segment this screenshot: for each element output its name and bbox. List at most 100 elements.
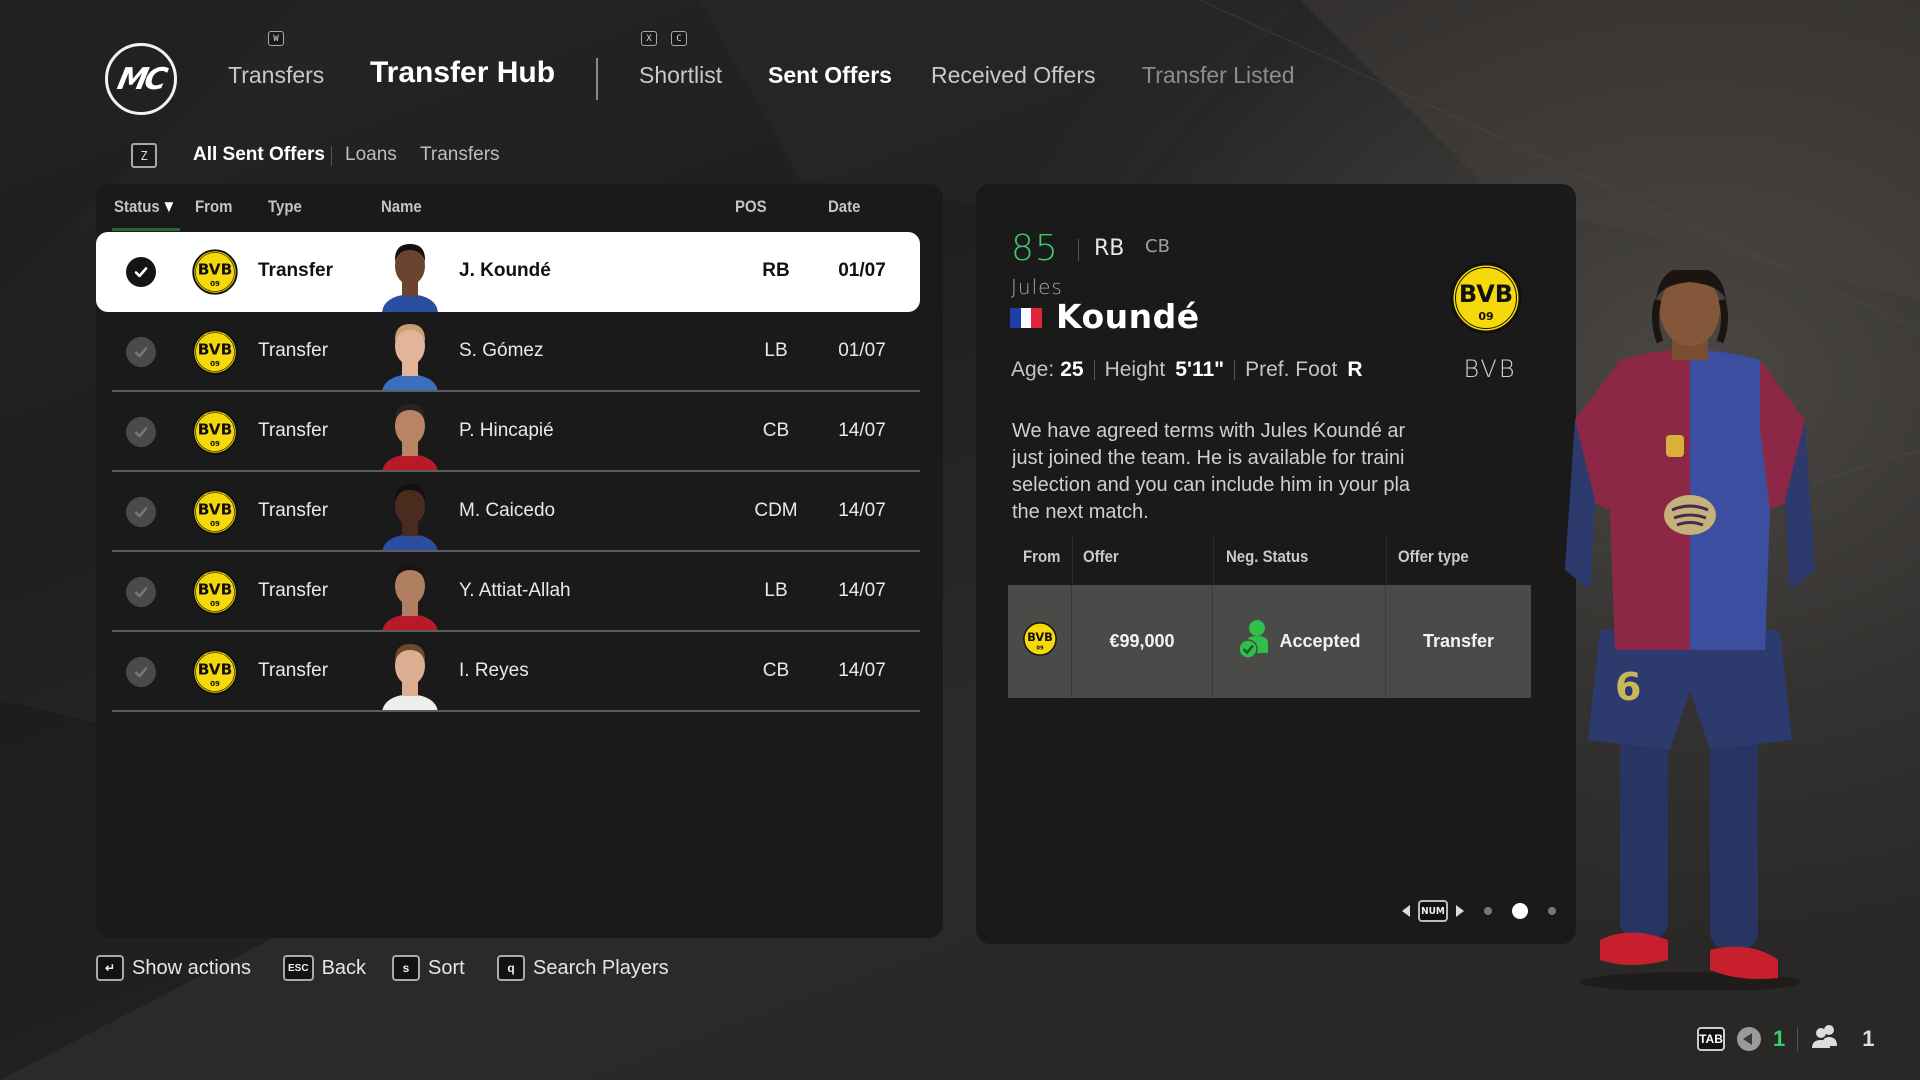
offer-type: Transfer: [258, 660, 329, 681]
pager-dot[interactable]: [1548, 907, 1556, 915]
hint-sort[interactable]: s Sort: [392, 955, 465, 981]
subtab-all-sent-offers[interactable]: All Sent Offers: [193, 144, 325, 166]
page-title-transfer-hub: Transfer Hub: [370, 56, 556, 89]
offer-table-divider: [1213, 536, 1214, 585]
status-check-icon: [126, 257, 156, 287]
player-position: CB: [762, 660, 790, 681]
tab-received-offers[interactable]: Received Offers: [931, 62, 1095, 89]
svg-text:09: 09: [210, 679, 220, 688]
player-rating: 85: [1011, 228, 1059, 269]
svg-text:09: 09: [1036, 645, 1044, 651]
table-row[interactable]: BVB 09 Transfer S. Gómez LB 01/07: [96, 312, 920, 392]
offer-type: Transfer: [258, 340, 329, 361]
offer-type: Transfer: [258, 260, 333, 281]
age-value: 25: [1060, 358, 1084, 381]
svg-text:BVB: BVB: [198, 341, 233, 359]
hint-search-players[interactable]: q Search Players: [497, 955, 669, 981]
offer-date: 14/07: [838, 580, 886, 601]
player-bio-stats: Age: 25 Height 5'11" Pref. Foot R: [1011, 358, 1362, 382]
foot-label: Pref. Foot: [1245, 358, 1338, 381]
offer-date: 14/07: [838, 420, 886, 441]
table-row[interactable]: BVB 09 Transfer J. Koundé RB 01/07: [96, 232, 920, 312]
player-portrait: [378, 636, 442, 712]
bvb-crest-icon: BVB 09: [192, 249, 238, 300]
subtab-divider: [331, 146, 332, 166]
bvb-crest-icon: BVB 09: [192, 409, 238, 460]
tab-sent-offers[interactable]: Sent Offers: [768, 62, 892, 89]
subtab-loans[interactable]: Loans: [345, 144, 397, 166]
hint-back[interactable]: ESC Back: [283, 955, 366, 981]
nav-transfers[interactable]: Transfers: [228, 62, 324, 89]
description-line: selection and you can include him in you…: [1012, 474, 1411, 496]
foot-value: R: [1347, 358, 1363, 381]
offer-type: Transfer: [258, 500, 329, 521]
bvb-crest-icon: BVB 09: [192, 329, 238, 380]
status-check-icon: [126, 337, 156, 367]
column-header-status[interactable]: Status ▼: [114, 197, 176, 217]
hint-label: Search Players: [533, 956, 669, 979]
table-row[interactable]: BVB 09 Transfer P. Hincapié CB 14/07: [96, 392, 920, 472]
offer-from-cell: BVB 09: [1008, 585, 1072, 698]
players-count: 1: [1862, 1025, 1875, 1051]
offer-row: BVB 09 €99,000 Accepted Transfer: [1008, 585, 1531, 698]
description-line: We have agreed terms with Jules Koundé a…: [1012, 420, 1406, 442]
hint-label: Sort: [428, 956, 465, 979]
club-abbreviation: BVB: [1463, 355, 1517, 383]
pager-dot-active[interactable]: [1512, 903, 1528, 919]
table-row[interactable]: BVB 09 Transfer I. Reyes CB 14/07: [96, 632, 920, 712]
detail-pager[interactable]: NUM: [1402, 900, 1556, 922]
tab-shortlist[interactable]: Shortlist: [639, 62, 722, 89]
player-portrait: [378, 236, 442, 312]
player-name: S. Gómez: [459, 340, 544, 361]
hint-label: Show actions: [132, 956, 251, 979]
player-name: I. Reyes: [459, 660, 529, 681]
svg-text:09: 09: [210, 439, 220, 448]
player-portrait: [378, 316, 442, 392]
key-hint-z: Z: [131, 143, 157, 168]
pager-next-icon[interactable]: [1456, 905, 1464, 917]
status-check-icon: [126, 577, 156, 607]
svg-text:6: 6: [1615, 665, 1641, 709]
pager-prev-icon[interactable]: [1402, 905, 1410, 917]
player-name: M. Caicedo: [459, 500, 556, 521]
svg-text:BVB: BVB: [198, 261, 233, 279]
description-line: the next match.: [1012, 501, 1149, 523]
height-value: 5'11": [1175, 358, 1225, 381]
column-header-pos[interactable]: POS: [735, 197, 767, 217]
negotiation-status: Accepted: [1279, 631, 1361, 651]
negotiation-status-cell: Accepted: [1213, 585, 1386, 698]
sort-desc-icon: ▼: [161, 197, 177, 216]
svg-text:09: 09: [210, 519, 220, 528]
player-position: CB: [762, 420, 790, 441]
table-row[interactable]: BVB 09 Transfer M. Caicedo CDM 14/07: [96, 472, 920, 552]
table-row[interactable]: BVB 09 Transfer Y. Attiat-Allah LB 14/07: [96, 552, 920, 632]
column-header-from[interactable]: From: [195, 197, 232, 217]
svg-text:BVB: BVB: [1459, 280, 1513, 308]
svg-text:BVB: BVB: [1027, 630, 1053, 644]
offer-date: 14/07: [838, 660, 886, 681]
offer-date: 01/07: [838, 260, 886, 281]
status-divider: [1797, 1026, 1799, 1051]
column-header-date[interactable]: Date: [828, 197, 860, 217]
tab-key-icon[interactable]: TAB: [1697, 1026, 1725, 1051]
player-position: RB: [762, 260, 790, 281]
career-mode-logo: MC: [105, 43, 177, 115]
player-position: LB: [764, 340, 788, 361]
hint-show-actions[interactable]: ↵ Show actions: [96, 955, 251, 981]
offer-header-offer-type: Offer type: [1398, 547, 1469, 566]
status-check-icon: [126, 657, 156, 687]
tab-transfer-listed[interactable]: Transfer Listed: [1142, 62, 1295, 89]
bio-divider: [1093, 360, 1095, 380]
column-header-type[interactable]: Type: [268, 197, 302, 217]
offer-table-divider: [1386, 536, 1387, 585]
column-header-name[interactable]: Name: [381, 197, 422, 217]
offer-date: 01/07: [838, 340, 886, 361]
subtab-transfers[interactable]: Transfers: [420, 144, 500, 166]
bvb-crest-icon: BVB 09: [192, 569, 238, 620]
age-label: Age:: [1011, 358, 1055, 381]
description-line: just joined the team. He is available fo…: [1012, 447, 1405, 469]
pager-dot[interactable]: [1484, 907, 1492, 915]
svg-text:BVB: BVB: [198, 421, 233, 439]
bvb-crest-icon: BVB 09: [192, 489, 238, 540]
status-check-icon: [126, 417, 156, 447]
